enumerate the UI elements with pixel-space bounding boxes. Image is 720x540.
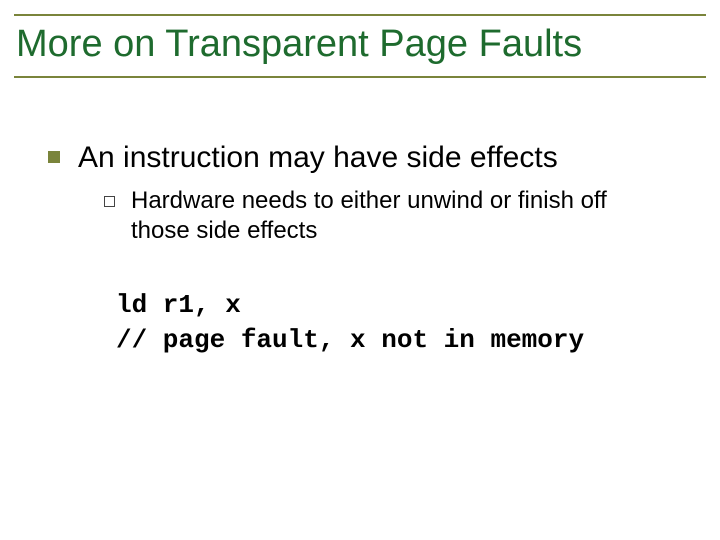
- title-container: More on Transparent Page Faults: [14, 14, 706, 78]
- sub-list-item: Hardware needs to either unwind or finis…: [104, 186, 680, 246]
- slide: More on Transparent Page Faults An instr…: [0, 0, 720, 540]
- slide-title: More on Transparent Page Faults: [14, 24, 706, 66]
- code-block: ld r1, x // page fault, x not in memory: [116, 288, 680, 358]
- slide-body: An instruction may have side effects Har…: [48, 140, 680, 372]
- sub-list-item-row: Hardware needs to either unwind or finis…: [104, 186, 680, 246]
- code-line: ld r1, x: [116, 290, 241, 320]
- square-bullet-icon: [48, 151, 60, 163]
- code-line: // page fault, x not in memory: [116, 325, 584, 355]
- list-item-text: An instruction may have side effects: [78, 140, 558, 176]
- sub-list-item-text: Hardware needs to either unwind or finis…: [131, 186, 671, 246]
- square-outline-bullet-icon: [104, 196, 115, 207]
- list-item: An instruction may have side effects Har…: [48, 140, 680, 358]
- list-item-row: An instruction may have side effects: [48, 140, 680, 176]
